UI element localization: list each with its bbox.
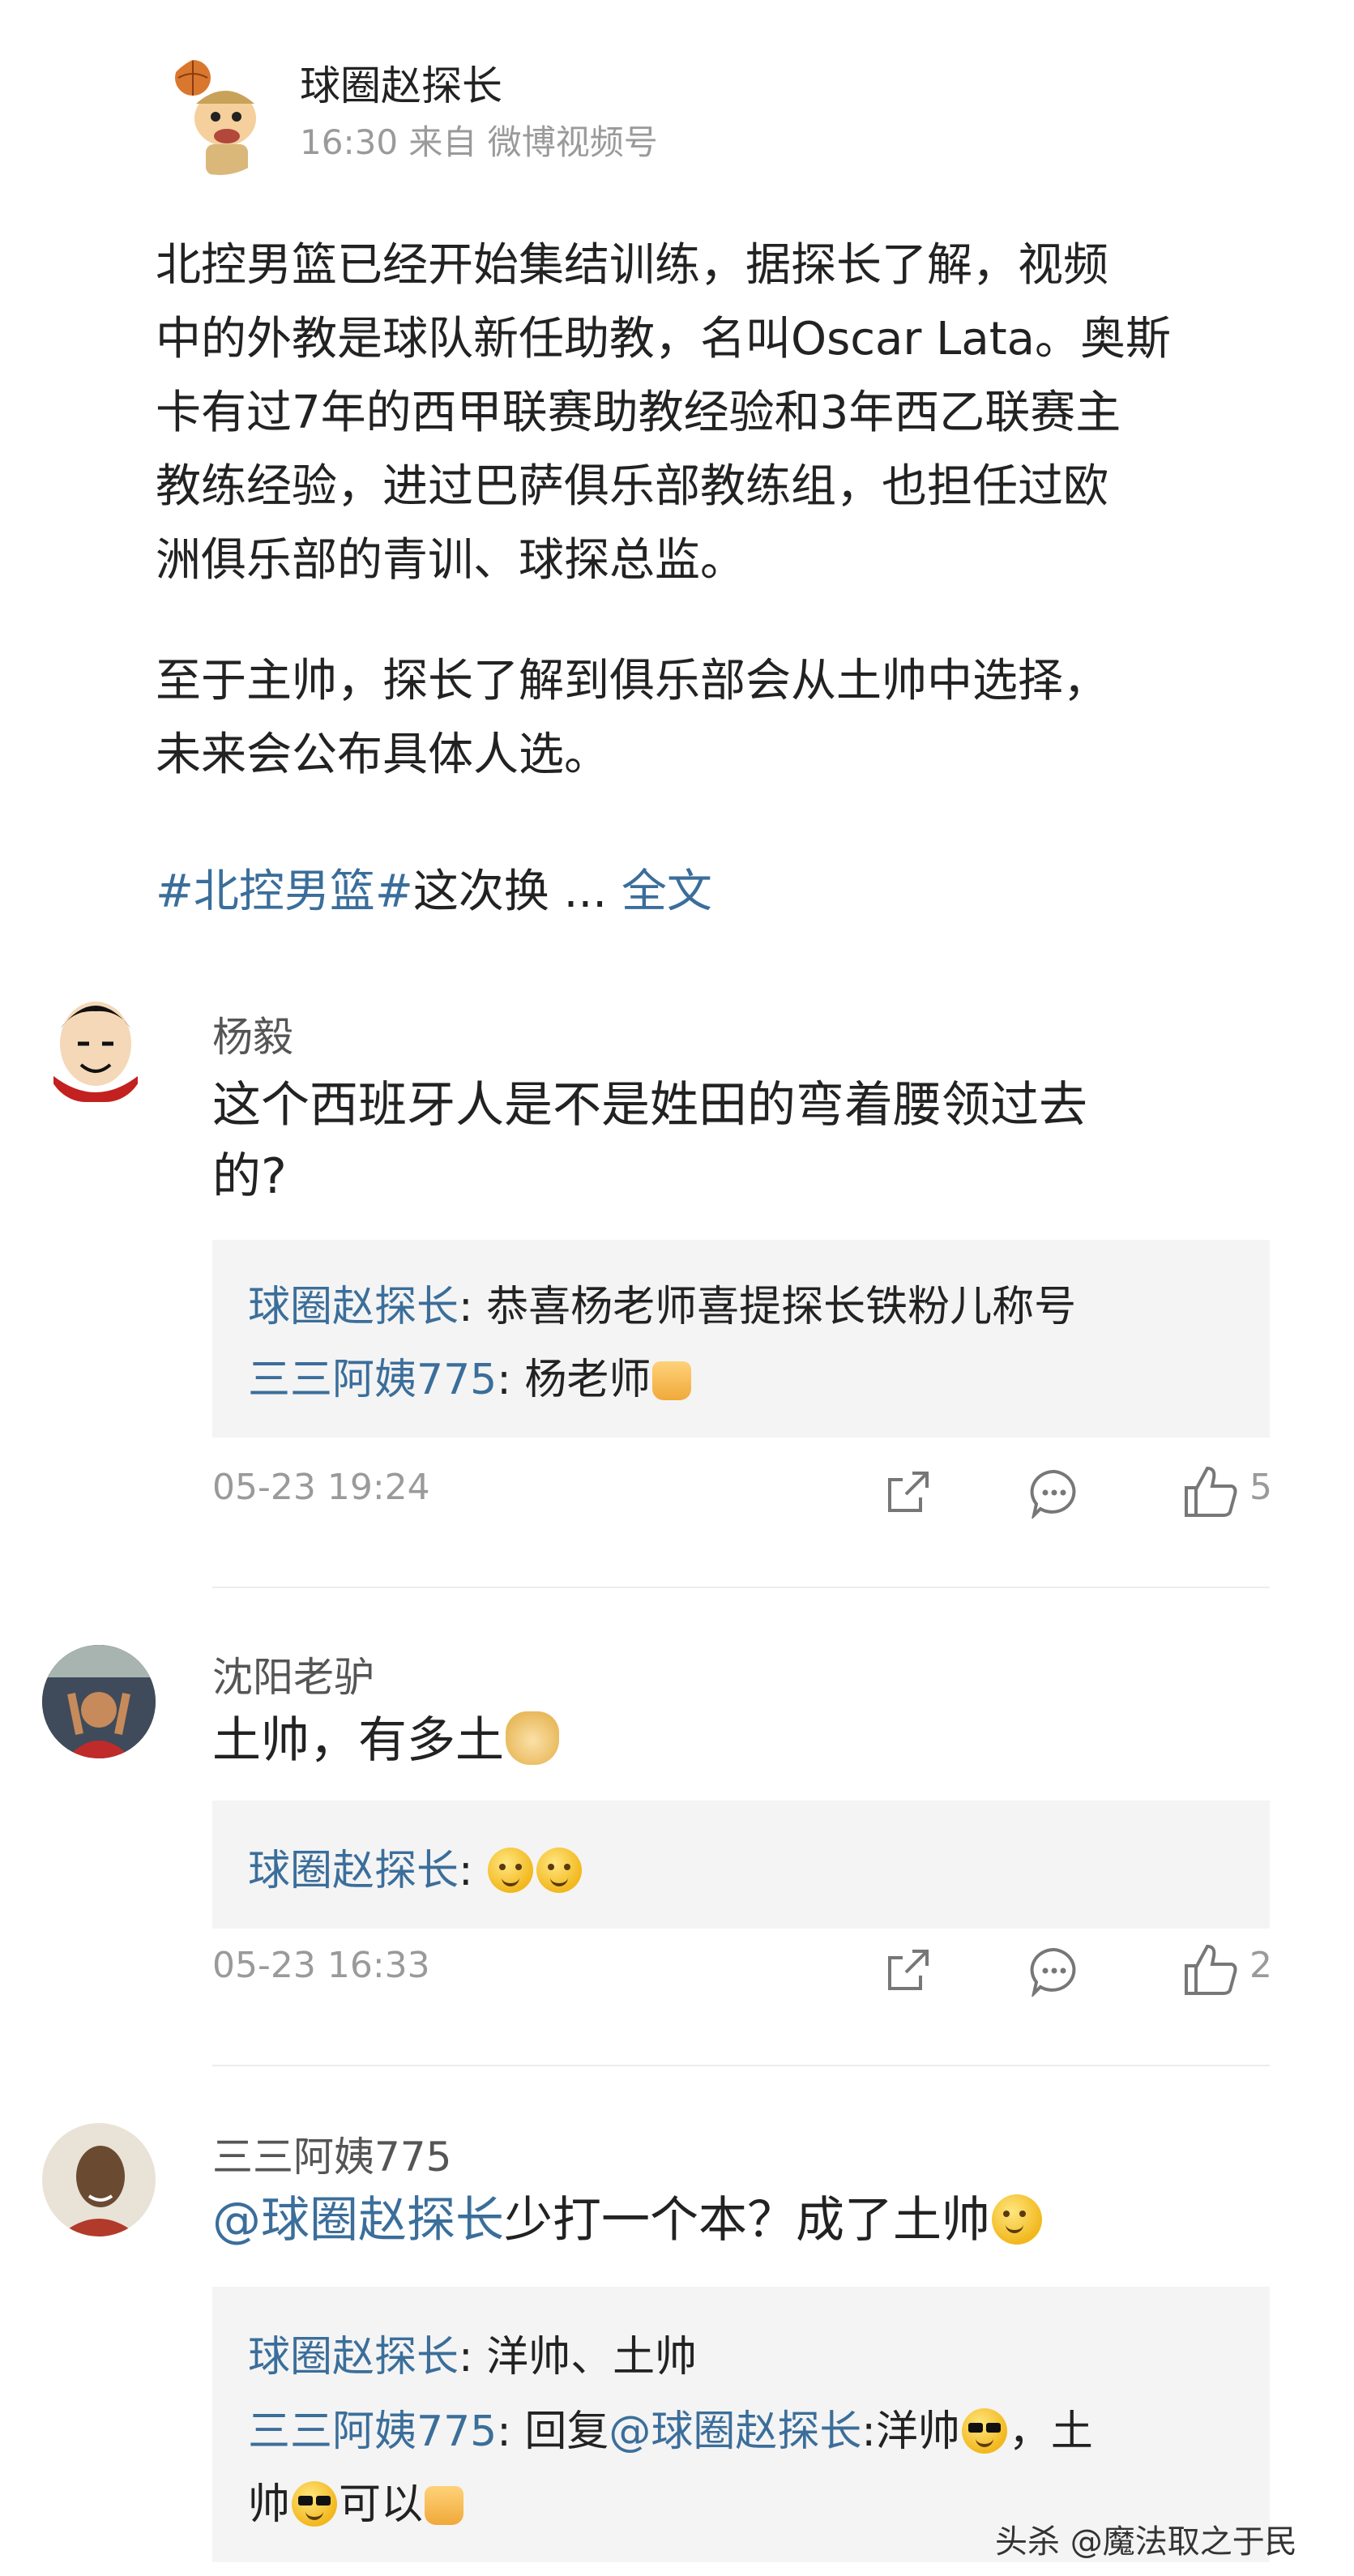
- reply-text: 洋帅、土帅: [486, 2333, 698, 2382]
- post-line: 未来会公布具体人选。: [156, 728, 609, 781]
- like-icon[interactable]: [1183, 1943, 1240, 1997]
- reply-box[interactable]: 球圈赵探长:: [212, 1801, 1270, 1929]
- reply-item[interactable]: 球圈赵探长:: [248, 1836, 583, 1897]
- smile-emoji-icon: [488, 1848, 534, 1893]
- comment-text-line: @球圈赵探长少打一个本？成了土帅: [212, 2185, 1044, 2256]
- hashtag-tail: 这次换 ...: [412, 865, 608, 918]
- reply-separator: :: [497, 1356, 525, 1404]
- post-author-name[interactable]: 球圈赵探长: [300, 53, 502, 112]
- comment-icon[interactable]: [1029, 1946, 1079, 1997]
- post-hashtag-line: #北控男篮#这次换 ... 全文: [156, 855, 1306, 929]
- reply-separator: :: [459, 2333, 487, 2382]
- comment-divider: [212, 2065, 1270, 2066]
- reply-item[interactable]: 三三阿姨775: 杨老师: [248, 1345, 693, 1406]
- post-line: 卡有过7年的西甲联赛助教经验和3年西乙联赛主: [156, 387, 1121, 439]
- comment-avatar[interactable]: [45, 987, 146, 1102]
- post-line: 中的外教是球队新任助教，名叫Oscar Lata。奥斯: [156, 313, 1171, 365]
- cool-emoji-icon: [292, 2481, 338, 2527]
- comment-text: 这个西班牙人是不是姓田的弯着腰领过去 的?: [212, 1070, 1282, 1212]
- mention-link[interactable]: @球圈赵探长: [212, 2192, 504, 2249]
- post-author-avatar[interactable]: [159, 53, 280, 175]
- reply-separator: :: [459, 1283, 487, 1331]
- reply-text: 可以: [339, 2480, 424, 2529]
- share-icon[interactable]: [883, 1468, 932, 1517]
- comment-username[interactable]: 沈阳老驴: [212, 1645, 374, 1703]
- post-paragraph-1: 北控男篮已经开始集结训练，据探长了解，视频 中的外教是球队新任助教，名叫Osca…: [156, 229, 1306, 597]
- comment-text-line: 这个西班牙人是不是姓田的弯着腰领过去: [212, 1077, 1087, 1134]
- post-paragraph-2: 至于主帅，探长了解到俱乐部会从土帅中选择， 未来会公布具体人选。: [156, 644, 1306, 792]
- hashtag-link[interactable]: #北控男篮#: [156, 865, 413, 918]
- post-line: 至于主帅，探长了解到俱乐部会从土帅中选择，: [156, 655, 1108, 707]
- post-meta: 16:30 来自 微博视频号: [300, 115, 658, 164]
- reply-text: 帅: [248, 2480, 291, 2529]
- reply-text: :洋帅: [861, 2407, 960, 2456]
- post-body: 北控男篮已经开始集结训练，据探长了解，视频 中的外教是球队新任助教，名叫Osca…: [156, 229, 1306, 929]
- comment-avatar[interactable]: [42, 2123, 156, 2236]
- reply-username[interactable]: 三三阿姨775: [248, 2407, 497, 2456]
- post-line: 北控男篮已经开始集结训练，据探长了解，视频: [156, 239, 1108, 292]
- like-icon[interactable]: [1183, 1465, 1240, 1519]
- reply-username[interactable]: 球圈赵探长: [248, 2333, 459, 2382]
- like-count: 5: [1249, 1467, 1272, 1508]
- reply-separator: :: [497, 2407, 525, 2456]
- reply-item[interactable]: 球圈赵探长: 洋帅、土帅: [248, 2322, 697, 2383]
- comment-avatar[interactable]: [42, 1645, 156, 1758]
- reply-text: 恭喜杨老师喜提探长铁粉儿称号: [486, 1283, 1077, 1331]
- reply-text: ，土: [1008, 2407, 1093, 2456]
- cool-emoji-icon: [961, 2408, 1007, 2454]
- comment-username[interactable]: 三三阿姨775: [212, 2125, 451, 2183]
- post-line: 洲俱乐部的青训、球探总监。: [156, 534, 745, 587]
- comment-text: 少打一个本？成了土帅: [504, 2192, 990, 2249]
- comment-date: 05-23 16:33: [212, 1945, 430, 1986]
- post-line: 教练经验，进过巴萨俱乐部教练组，也担任过欧: [156, 460, 1108, 513]
- reply-box[interactable]: 球圈赵探长: 恭喜杨老师喜提探长铁粉儿称号 三三阿姨775: 杨老师: [212, 1240, 1270, 1438]
- doge-emoji-icon: [506, 1711, 559, 1765]
- reply-separator: :: [459, 1847, 487, 1895]
- thumbs-up-emoji-icon: [652, 1361, 692, 1400]
- laugh-cry-emoji-icon: [992, 2194, 1042, 2245]
- full-text-link[interactable]: 全文: [621, 865, 712, 918]
- reply-item[interactable]: 球圈赵探长: 恭喜杨老师喜提探长铁粉儿称号: [248, 1272, 1076, 1333]
- post-time: 16:30: [300, 122, 399, 162]
- comment-text-line: 的?: [212, 1148, 287, 1205]
- mention-link[interactable]: @球圈赵探长: [609, 2407, 861, 2456]
- comment-date: 05-23 19:24: [212, 1467, 430, 1508]
- comment-text: 土帅，有多土: [212, 1712, 504, 1769]
- comment-username[interactable]: 杨毅: [212, 1005, 293, 1063]
- watermark: 头杀 @魔法取之于民: [995, 2523, 1297, 2561]
- like-count: 2: [1249, 1945, 1272, 1986]
- reply-username[interactable]: 球圈赵探长: [248, 1847, 459, 1895]
- reply-username[interactable]: 三三阿姨775: [248, 1356, 497, 1404]
- comment-divider: [212, 1587, 1270, 1588]
- thumbs-up-emoji-icon: [425, 2486, 464, 2525]
- comment-text-line: 土帅，有多土: [212, 1705, 561, 1776]
- share-icon[interactable]: [883, 1946, 932, 1995]
- reply-text: 杨老师: [524, 1356, 651, 1404]
- comment-icon[interactable]: [1029, 1468, 1079, 1519]
- reply-username[interactable]: 球圈赵探长: [248, 1283, 459, 1331]
- post-source: 来自 微博视频号: [408, 122, 658, 162]
- smile-emoji-icon: [536, 1848, 583, 1893]
- reply-prefix: 回复: [524, 2407, 609, 2456]
